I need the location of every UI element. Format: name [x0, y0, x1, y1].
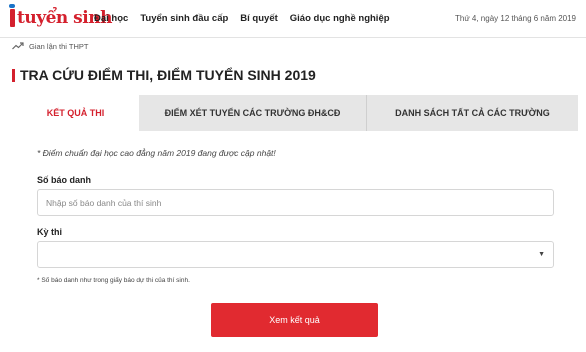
exam-select[interactable]: ▼ — [37, 241, 554, 268]
main-nav: Đại học Tuyển sinh đầu cấp Bí quyết Giáo… — [94, 13, 390, 24]
title-accent-bar — [12, 68, 15, 82]
tab-danh-sach-truong[interactable]: DANH SÁCH TẤT CẢ CÁC TRƯỜNG — [367, 95, 578, 131]
top-header: tuyển sinh Đại học Tuyển sinh đầu cấp Bí… — [0, 0, 586, 38]
trending-link[interactable]: Gian lận thi THPT — [29, 42, 88, 51]
exam-label: Kỳ thi — [37, 227, 63, 237]
lookup-form: * Điểm chuẩn đại học cao đẳng năm 2019 đ… — [12, 131, 578, 352]
logo-mark-icon — [9, 4, 15, 27]
nav-item-dai-hoc[interactable]: Đại học — [94, 13, 128, 24]
nav-item-bi-quyet[interactable]: Bí quyết — [240, 13, 277, 24]
chevron-down-icon: ▼ — [538, 251, 545, 258]
view-results-button[interactable]: Xem kết quả — [211, 303, 378, 337]
sbd-hint: * Số báo danh như trong giấy báo dự thi … — [37, 277, 190, 284]
page-title: TRA CỨU ĐIỂM THI, ĐIỂM TUYỂN SINH 2019 — [12, 67, 316, 83]
sbd-label: Số báo danh — [37, 175, 91, 185]
sbd-input[interactable] — [37, 189, 554, 216]
nav-item-tuyen-sinh-dau-cap[interactable]: Tuyển sinh đầu cấp — [140, 13, 228, 24]
trending-row: Gian lận thi THPT — [12, 38, 578, 54]
current-date: Thứ 4, ngày 12 tháng 6 năm 2019 — [455, 14, 576, 23]
tab-ket-qua-thi[interactable]: KẾT QUẢ THI — [12, 95, 139, 131]
page-title-text: TRA CỨU ĐIỂM THI, ĐIỂM TUYỂN SINH 2019 — [20, 67, 316, 83]
tab-diem-xet-tuyen[interactable]: ĐIỂM XÉT TUYỂN CÁC TRƯỜNG ĐH&CĐ — [139, 95, 367, 131]
trending-up-icon — [12, 42, 24, 50]
result-tabs: KẾT QUẢ THI ĐIỂM XÉT TUYỂN CÁC TRƯỜNG ĐH… — [12, 95, 578, 131]
update-note: * Điểm chuẩn đại học cao đẳng năm 2019 đ… — [37, 148, 276, 158]
nav-item-giao-duc-nghe-nghiep[interactable]: Giáo dục nghề nghiệp — [290, 13, 390, 24]
